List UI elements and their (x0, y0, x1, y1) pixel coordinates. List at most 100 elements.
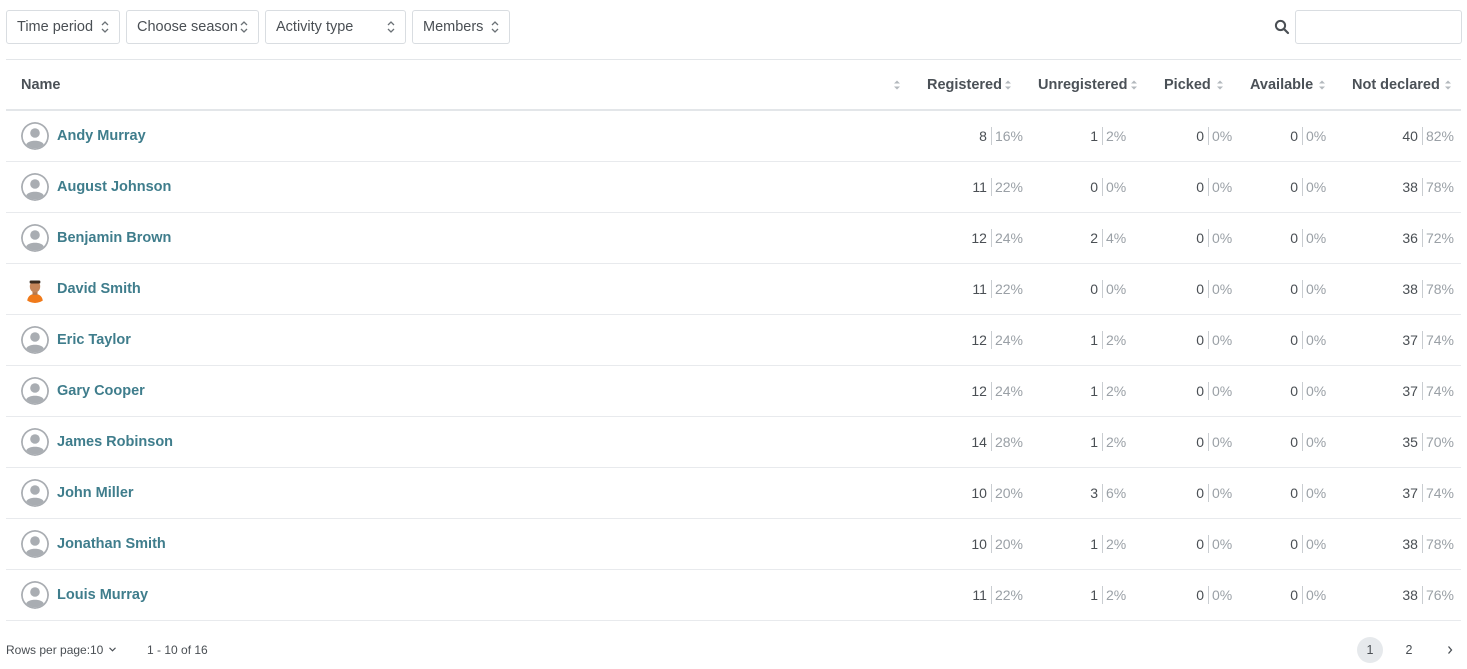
count-value: 0 (1233, 382, 1303, 400)
count-value: 0 (1233, 331, 1303, 349)
cell-picked: 0 0% (1139, 519, 1239, 569)
count-value: 0 (1139, 178, 1209, 196)
next-page-button[interactable] (1437, 637, 1463, 663)
count-value: 0 (1233, 127, 1303, 145)
pagination-footer: Rows per page: 10 1 - 10 of 16 1 2 (6, 636, 1461, 664)
cell-available: 0 0% (1233, 315, 1333, 365)
percent-value: 0% (1106, 179, 1127, 195)
percent-value: 74% (1425, 383, 1454, 399)
default-avatar-icon (21, 479, 49, 507)
column-header-registered[interactable]: Registered (927, 60, 1002, 110)
search-icon[interactable] (1274, 19, 1290, 35)
cell-picked: 0 0% (1139, 417, 1239, 467)
table-row[interactable]: David Smith 11 22% 0 0% 0 0% 0 0% 38 78% (6, 264, 1461, 315)
percent-value: 0% (1306, 434, 1327, 450)
cell-unregistered: 1 2% (1033, 519, 1133, 569)
table-row[interactable]: Gary Cooper 12 24% 1 2% 0 0% 0 0% 37 74% (6, 366, 1461, 417)
member-name-link[interactable]: Gary Cooper (57, 366, 145, 416)
cell-registered: 12 24% (923, 213, 1023, 263)
column-header-not-declared[interactable]: Not declared (1352, 60, 1440, 110)
member-name-link[interactable]: James Robinson (57, 417, 173, 467)
table-body: Andy Murray 8 16% 1 2% 0 0% 0 0% 40 82% August John… (6, 111, 1461, 621)
sort-icon[interactable] (1216, 79, 1224, 91)
rows-per-page-select[interactable]: 10 (90, 643, 116, 657)
count-value: 12 (923, 331, 992, 349)
member-name-link[interactable]: August Johnson (57, 162, 171, 212)
percent-value: 22% (994, 179, 1023, 195)
sort-icon[interactable] (1318, 79, 1326, 91)
default-avatar-icon (21, 224, 49, 252)
percent-value: 0% (1306, 281, 1327, 297)
cell-not-declared: 38 78% (1354, 264, 1454, 314)
time-period-select[interactable]: Time period (6, 10, 120, 44)
choose-season-label: Choose season (137, 19, 238, 35)
member-name-link[interactable]: Benjamin Brown (57, 213, 171, 263)
percent-value: 70% (1425, 434, 1454, 450)
percent-value: 2% (1106, 332, 1127, 348)
sort-icon[interactable] (1444, 79, 1452, 91)
table-row[interactable]: Louis Murray 11 22% 1 2% 0 0% 0 0% 38 76% (6, 570, 1461, 621)
search-input[interactable] (1295, 10, 1462, 44)
select-chevron-icon (387, 21, 395, 33)
choose-season-select[interactable]: Choose season (126, 10, 259, 44)
count-value: 0 (1139, 382, 1209, 400)
percent-value: 28% (994, 434, 1023, 450)
member-name-link[interactable]: David Smith (57, 264, 141, 314)
count-value: 0 (1139, 229, 1209, 247)
default-avatar-icon (21, 326, 49, 354)
column-header-available[interactable]: Available (1250, 60, 1313, 110)
column-header-name[interactable]: Name (21, 60, 61, 110)
count-value: 0 (1233, 535, 1303, 553)
count-value: 0 (1139, 280, 1209, 298)
avatar (21, 377, 49, 405)
sort-icon[interactable] (893, 79, 901, 91)
percent-value: 0% (1212, 230, 1233, 246)
table-row[interactable]: Eric Taylor 12 24% 1 2% 0 0% 0 0% 37 74% (6, 315, 1461, 366)
percent-value: 82% (1425, 128, 1454, 144)
sort-icon[interactable] (1130, 79, 1138, 91)
table-row[interactable]: Andy Murray 8 16% 1 2% 0 0% 0 0% 40 82% (6, 111, 1461, 162)
rows-per-page-label: Rows per page: (6, 643, 91, 657)
page-1-button[interactable]: 1 (1357, 637, 1383, 663)
table-row[interactable]: James Robinson 14 28% 1 2% 0 0% 0 0% 35 70% (6, 417, 1461, 468)
table-row[interactable]: August Johnson 11 22% 0 0% 0 0% 0 0% 38 78% (6, 162, 1461, 213)
count-value: 35 (1354, 433, 1423, 451)
percent-value: 0% (1306, 230, 1327, 246)
count-value: 10 (923, 535, 992, 553)
percent-value: 72% (1425, 230, 1454, 246)
default-avatar-icon (21, 173, 49, 201)
count-value: 1 (1033, 382, 1103, 400)
count-value: 0 (1233, 433, 1303, 451)
percent-value: 74% (1425, 485, 1454, 501)
cell-available: 0 0% (1233, 213, 1333, 263)
member-name-link[interactable]: Louis Murray (57, 570, 148, 620)
table-row[interactable]: Jonathan Smith 10 20% 1 2% 0 0% 0 0% 38 78% (6, 519, 1461, 570)
cell-not-declared: 36 72% (1354, 213, 1454, 263)
avatar (21, 581, 49, 609)
cell-picked: 0 0% (1139, 366, 1239, 416)
members-stats-table: Name Registered Unregistered Picked Avai… (6, 59, 1461, 621)
sort-icon[interactable] (1004, 79, 1012, 91)
cell-not-declared: 40 82% (1354, 111, 1454, 161)
select-chevron-icon (491, 21, 499, 33)
page-2-button[interactable]: 2 (1396, 637, 1422, 663)
cell-registered: 12 24% (923, 315, 1023, 365)
cell-unregistered: 1 2% (1033, 111, 1133, 161)
column-header-picked[interactable]: Picked (1164, 60, 1211, 110)
table-row[interactable]: Benjamin Brown 12 24% 2 4% 0 0% 0 0% 36 72% (6, 213, 1461, 264)
count-value: 1 (1033, 433, 1103, 451)
select-chevron-icon (101, 21, 109, 33)
column-header-unregistered[interactable]: Unregistered (1038, 60, 1127, 110)
member-name-link[interactable]: Andy Murray (57, 111, 146, 161)
member-name-link[interactable]: Jonathan Smith (57, 519, 166, 569)
member-name-link[interactable]: Eric Taylor (57, 315, 131, 365)
avatar (21, 173, 49, 201)
activity-type-select[interactable]: Activity type (265, 10, 406, 44)
members-select[interactable]: Members (412, 10, 510, 44)
time-period-label: Time period (17, 19, 94, 35)
cell-registered: 14 28% (923, 417, 1023, 467)
table-row[interactable]: John Miller 10 20% 3 6% 0 0% 0 0% 37 74% (6, 468, 1461, 519)
count-value: 0 (1139, 127, 1209, 145)
count-value: 38 (1354, 586, 1423, 604)
member-name-link[interactable]: John Miller (57, 468, 134, 518)
